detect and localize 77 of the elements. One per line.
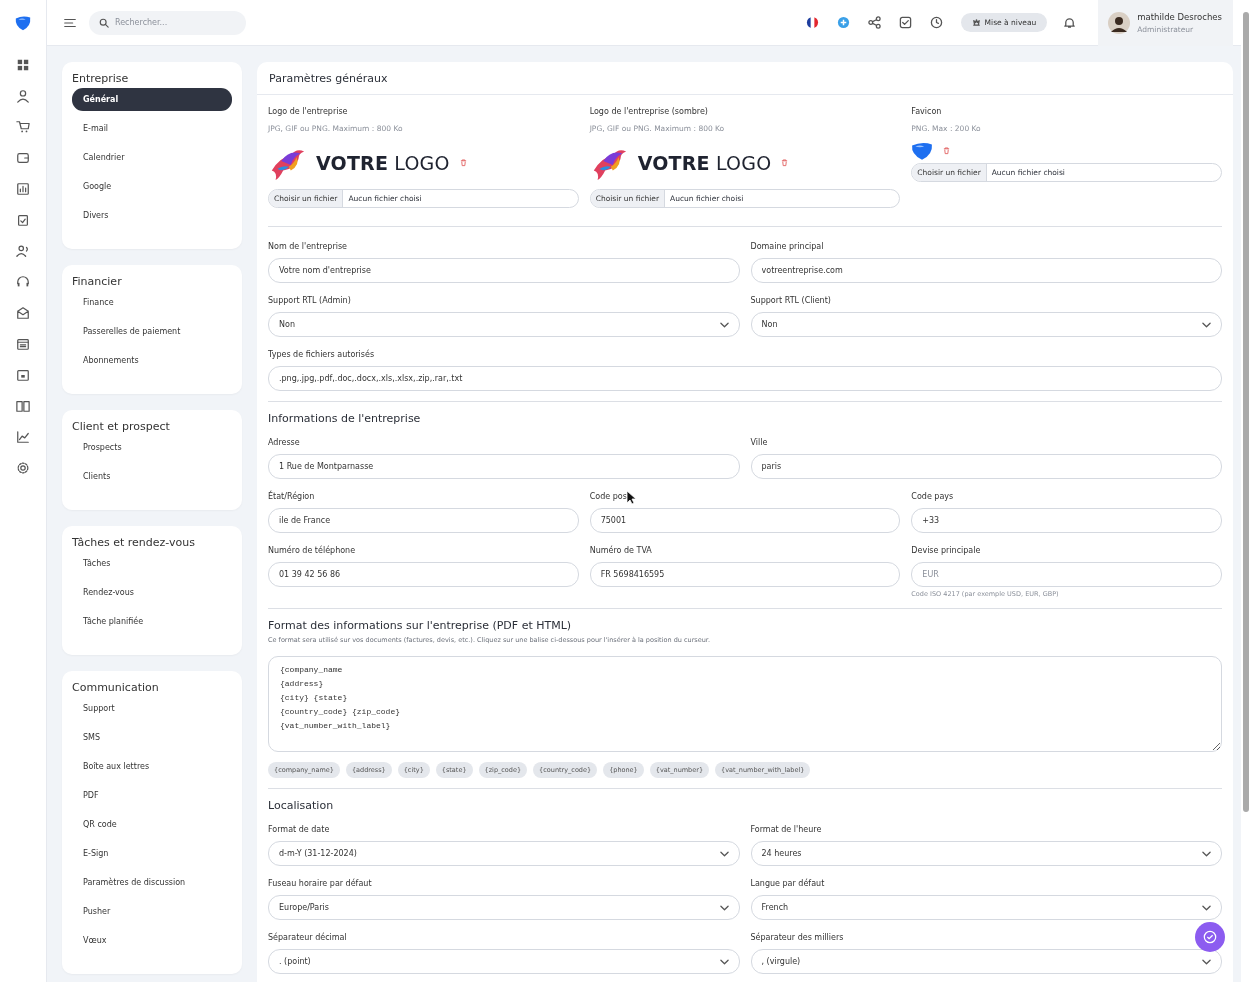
nav-heading: Communication [72,681,160,696]
select-field[interactable]: . (point) [268,949,740,974]
section-title: Localisation [268,799,335,812]
nav-heading: Client et prospect [72,420,171,435]
search-field[interactable]: Rechercher... [89,10,246,35]
nav-item[interactable]: Vœux [72,929,232,952]
text-field[interactable]: paris [750,454,1222,479]
select-field[interactable]: Europe/Paris [268,895,740,920]
text-field[interactable]: FR 5698416595 [589,562,901,587]
nav-item[interactable]: Calendrier [72,146,232,169]
select-field[interactable]: d-m-Y (31-12-2024) [268,841,740,866]
field-label: Ville [750,437,768,447]
nav-heading: Entreprise [72,72,130,87]
nav-item[interactable]: Tâches [72,552,232,575]
nav-item[interactable]: Clients [72,465,232,488]
logo-text: VOTRE LOGO [316,152,450,174]
card-title: Paramètres généraux [257,62,1233,95]
nav-item[interactable]: Support [72,697,232,720]
field-label: État/Région [268,491,315,501]
nav-item[interactable]: Abonnements [72,349,232,372]
text-field[interactable]: 1 Rue de Montparnasse [268,454,740,479]
select-field[interactable]: 24 heures [750,841,1222,866]
nav-heading: Tâches et rendez-vous [72,536,196,551]
text-field[interactable]: votreentreprise.com [750,258,1222,283]
text-field[interactable]: 75001 [589,508,901,533]
field-label: Numéro de TVA [589,545,652,555]
field-label: Logo de l'entreprise [268,107,349,116]
nav-item[interactable]: QR code [72,813,232,836]
nav-heading: Financier [72,275,123,290]
field-label: Code pos [589,491,627,501]
select-field[interactable]: Non [268,312,740,337]
field-label: Support RTL (Client) [750,295,831,305]
nav-item[interactable]: Rendez-vous [72,581,232,604]
field-label: Nom de l'entreprise [268,241,348,251]
select-field[interactable]: Non [750,312,1222,337]
select-field[interactable]: , (virgule) [750,949,1222,974]
nav-item[interactable]: Google [72,175,232,198]
field-label: Séparateur décimal [268,932,347,942]
nav-item[interactable]: Général [72,88,232,111]
nav-item[interactable]: Pusher [72,900,232,923]
field-label: Types de fichiers autorisés [268,349,375,359]
nav-item[interactable]: E-Sign [72,842,232,865]
nav-item[interactable]: Prospects [72,436,232,459]
field-label: Devise principale [911,545,981,555]
field-label: Favicon [911,107,943,116]
field-label: Code pays [911,491,954,501]
section-title: Informations de l'entreprise [268,412,422,425]
template-field[interactable]: {company_name {address} {city} {state} {country_code} {zip_code} {vat_number_with_label} [268,656,1222,752]
text-field[interactable]: .png,.jpg,.pdf,.doc,.docx,.xls,.xlsx,.zip,.rar,.txt [268,366,1222,391]
field-label: Numéro de téléphone [268,545,356,555]
nav-item[interactable]: Passerelles de paiement [72,320,232,343]
logo-text: VOTRE LOGO [637,152,772,174]
field-label: Langue par défaut [750,878,825,888]
nav-item[interactable]: Finance [72,291,232,314]
nav-item[interactable]: Divers [72,204,232,227]
nav-item[interactable]: Boîte aux lettres [72,755,232,778]
text-field[interactable]: +33 [911,508,1222,533]
text-field[interactable]: 01 39 42 56 86 [268,562,579,587]
text-field[interactable]: Votre nom d'entreprise [268,258,740,283]
nav-item[interactable]: SMS [72,726,232,749]
field-label: Fuseau horaire par défaut [268,878,372,888]
section-title: Format des informations sur l'entreprise (PDF et HTML) [268,619,573,632]
field-label: Adresse [268,437,300,447]
text-field[interactable]: EUR [911,562,1222,587]
nav-item[interactable]: E-mail [72,117,232,140]
field-label: Support RTL (Admin) [268,295,351,305]
nav-item[interactable]: Paramètres de discussion [72,871,232,894]
field-label: Séparateur des milliers [750,932,844,942]
field-label: Domaine principal [750,241,824,251]
nav-item[interactable]: PDF [72,784,232,807]
nav-item[interactable]: Tâche planifiée [72,610,232,633]
field-label: Format de l'heure [750,824,822,834]
text-field[interactable]: ile de France [268,508,579,533]
field-label: Format de date [268,824,330,834]
field-label: Logo de l'entreprise (sombre) [589,107,709,116]
select-field[interactable]: French [750,895,1222,920]
user-name[interactable]: mathilde Desroches [1137,11,1222,22]
